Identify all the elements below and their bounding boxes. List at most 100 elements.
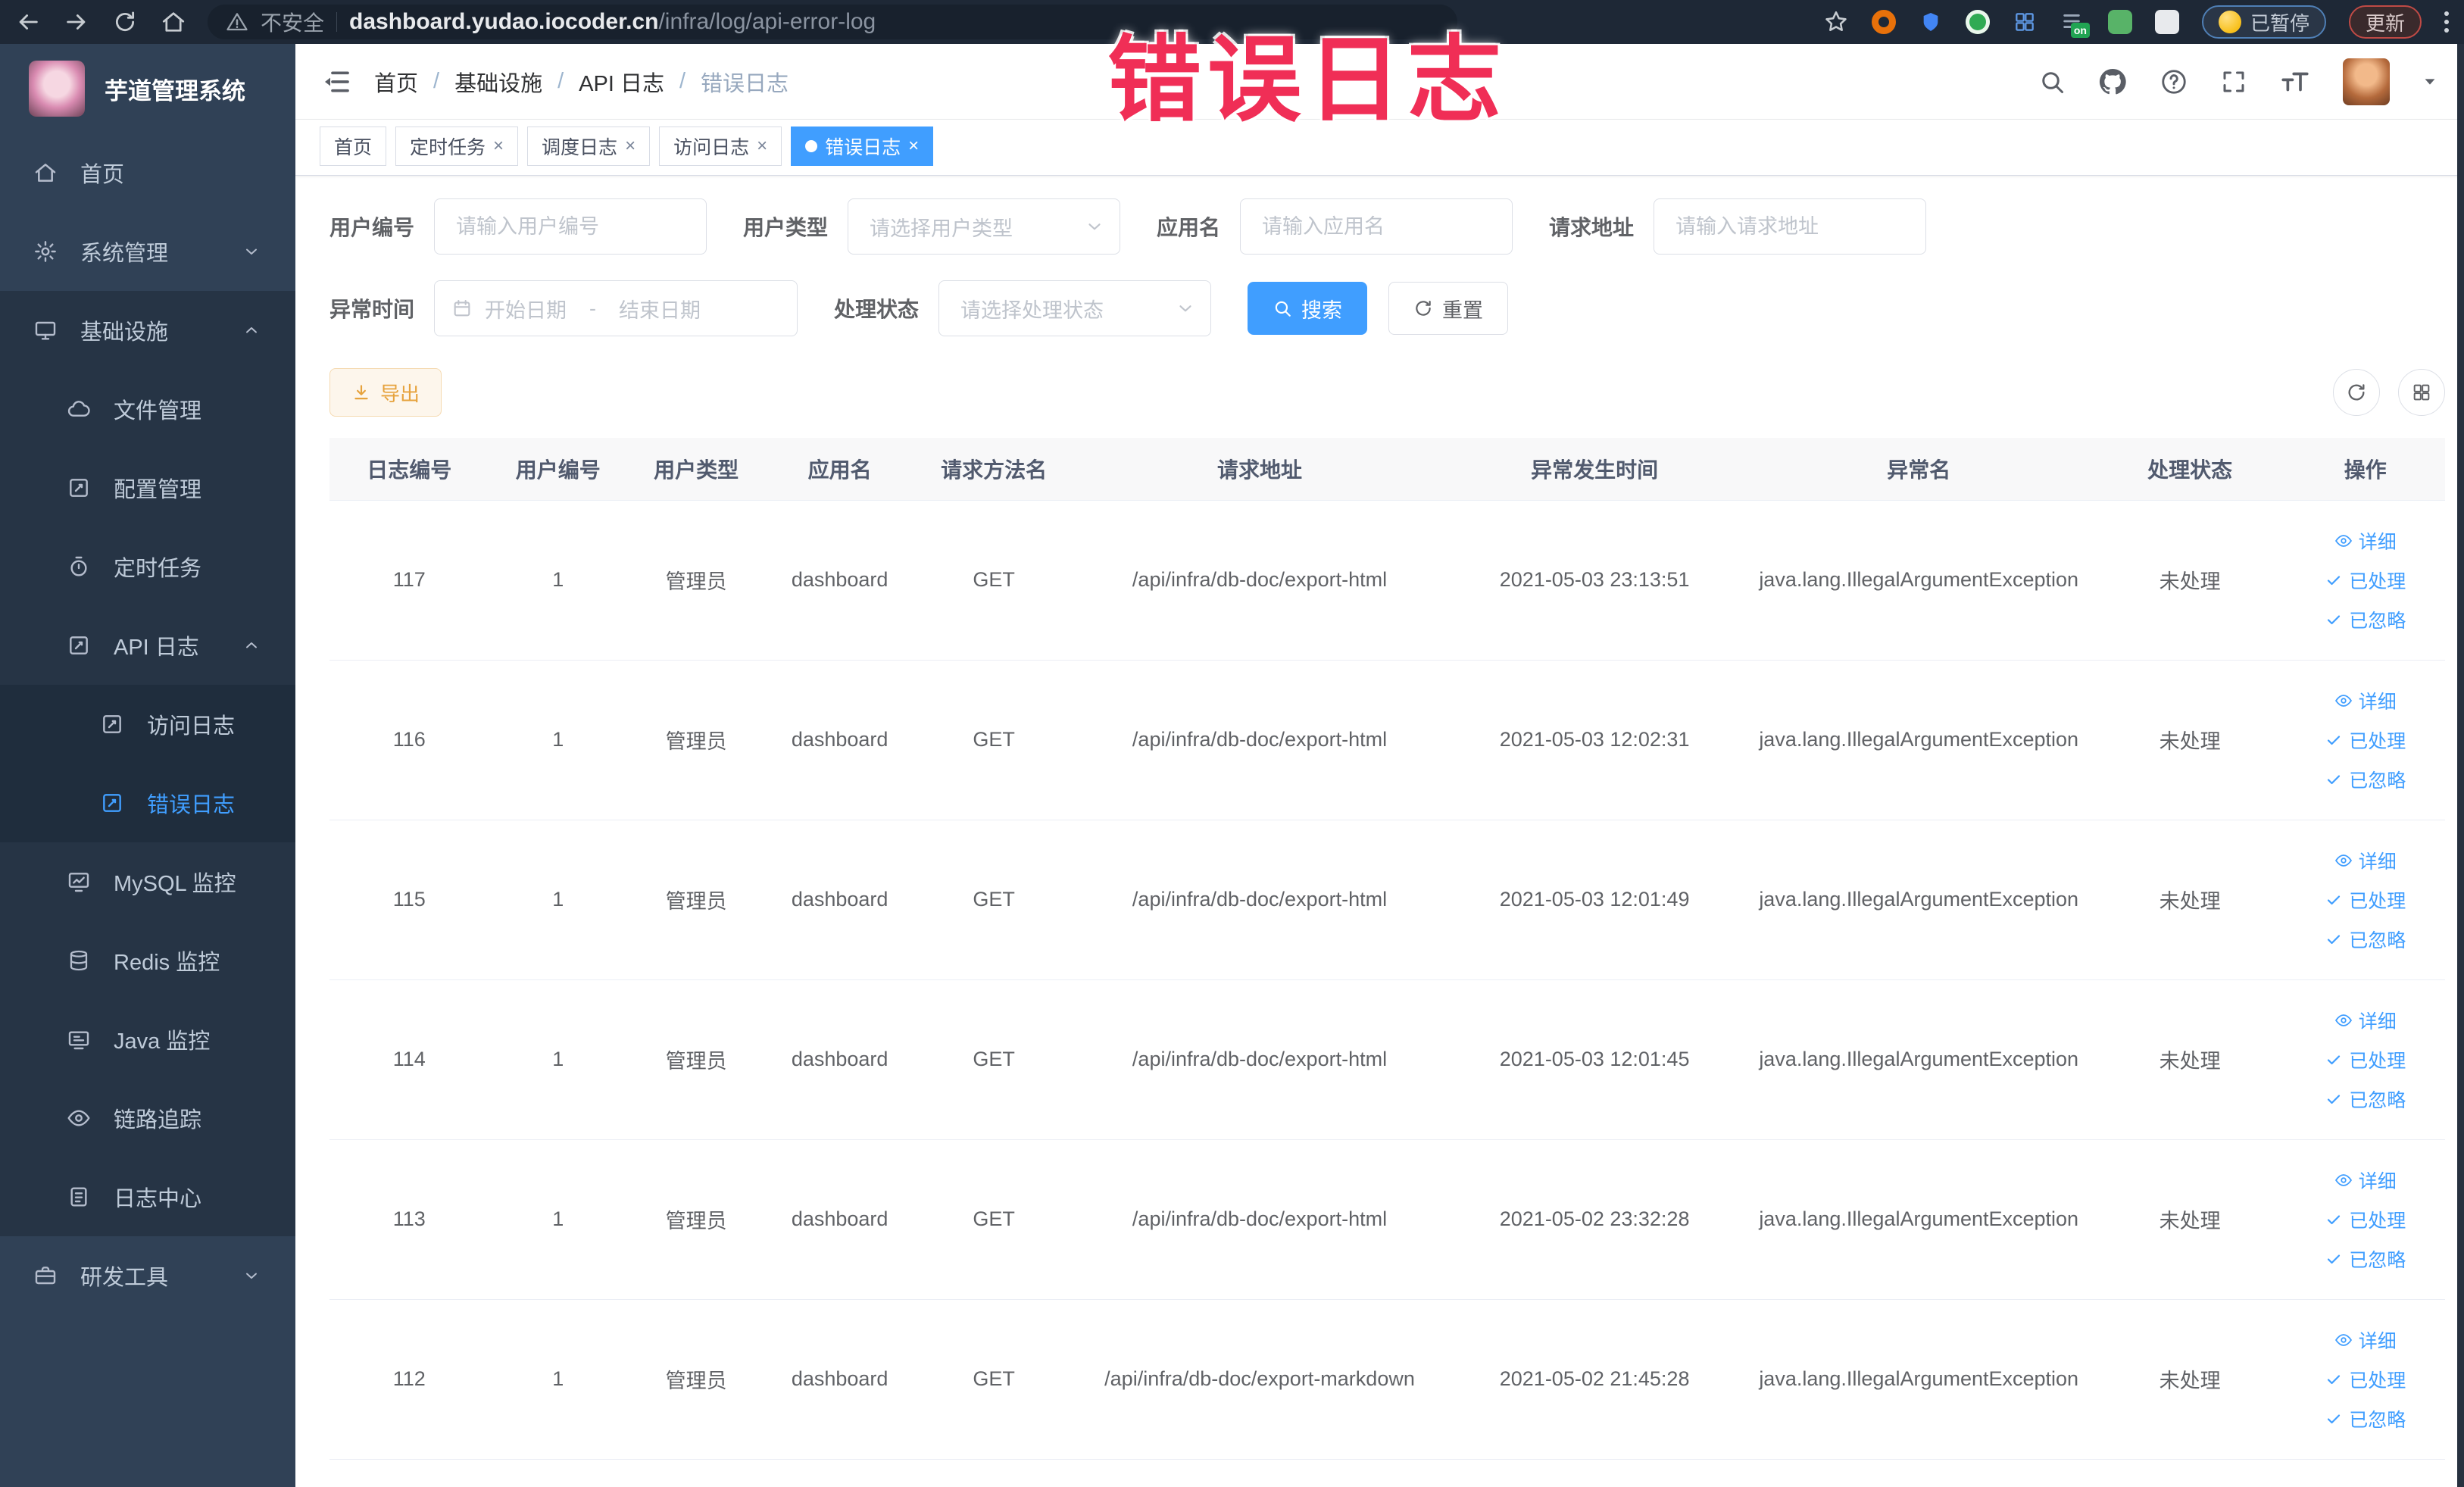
export-button[interactable]: 导出 [329,368,442,417]
grid-extension-icon[interactable] [2013,10,2037,34]
detail-link[interactable]: 详细 [2334,687,2397,714]
sidebar-item-scheduled-jobs[interactable]: 定时任务 [0,527,295,606]
breadcrumb-api-log[interactable]: API 日志 [579,66,664,98]
check-icon [2325,1051,2343,1069]
request-url-input[interactable] [1654,198,1927,255]
column-settings-button[interactable] [2398,369,2445,416]
detail-link[interactable]: 详细 [2334,527,2397,555]
filter-row-1: 用户编号 用户类型 请选择用户类型 应用名 [329,198,2445,255]
main-area: 首页 / 基础设施 / API 日志 / 错误日志 首页 定时任务 × 调度日志… [295,44,2464,1487]
update-button[interactable]: 更新 [2348,5,2422,39]
sidebar-item-dev-tools[interactable]: 研发工具 [0,1236,295,1315]
user-avatar[interactable] [2343,58,2390,105]
refresh-table-button[interactable] [2333,369,2380,416]
mark-processed-link[interactable]: 已处理 [2325,726,2406,754]
extensions-puzzle-icon[interactable] [2154,10,2179,34]
eye-icon [2334,1011,2353,1029]
extension-icon[interactable] [1965,10,1990,34]
detail-link[interactable]: 详细 [2334,1007,2397,1034]
shield-extension-icon[interactable] [1919,10,1943,34]
cell-user-type: 管理员 [626,660,766,820]
download-icon [351,383,371,402]
col-actions: 操作 [2285,438,2445,501]
breadcrumb-infrastructure[interactable]: 基础设施 [454,66,542,98]
reset-button[interactable]: 重置 [1388,282,1509,335]
app-name-input[interactable] [1240,198,1513,255]
user-type-select[interactable]: 请选择用户类型 [848,198,1121,255]
sidebar-item-mysql-monitor[interactable]: MySQL 监控 [0,842,295,921]
cell-actions: 详细 已处理 已忽略 [2285,1139,2445,1300]
cell-user-id: 1 [489,660,627,820]
github-icon[interactable] [2097,67,2128,97]
paused-badge[interactable]: 已暂停 [2201,5,2326,39]
forward-icon[interactable] [64,9,89,35]
fullscreen-icon[interactable] [2220,68,2247,95]
mark-processed-link[interactable]: 已处理 [2325,567,2406,594]
detail-link[interactable]: 详细 [2334,1326,2397,1354]
mark-processed-link[interactable]: 已处理 [2325,1046,2406,1073]
extension-icon[interactable] [1871,10,1896,34]
detail-link[interactable]: 详细 [2334,1167,2397,1194]
security-label: 不安全 [261,11,325,35]
mark-ignored-link[interactable]: 已忽略 [2325,1405,2406,1432]
close-icon[interactable]: × [908,136,919,157]
sidebar-item-java-monitor[interactable]: Java 监控 [0,1000,295,1079]
user-id-label: 用户编号 [329,216,415,239]
sidebar-item-log-center[interactable]: 日志中心 [0,1157,295,1236]
help-icon[interactable] [2160,67,2188,96]
tab-home[interactable]: 首页 [320,127,387,166]
close-icon[interactable]: × [625,136,636,157]
breadcrumb-home[interactable]: 首页 [374,66,418,98]
mark-processed-link[interactable]: 已处理 [2325,1206,2406,1233]
col-exception-name: 异常名 [1743,438,2094,501]
sidebar-item-infrastructure[interactable]: 基础设施 [0,291,295,370]
exception-time-range-picker[interactable]: 开始日期 - 结束日期 [434,280,798,336]
browser-home-icon[interactable] [161,9,186,35]
error-log-annotation: 错误日志 [1107,28,1508,133]
sidebar-item-system-management[interactable]: 系统管理 [0,212,295,291]
sidebar-item-file-management[interactable]: 文件管理 [0,370,295,448]
extension-icon[interactable]: on [2060,9,2090,38]
sidebar-item-tracing[interactable]: 链路追踪 [0,1079,295,1157]
extension-icon[interactable] [2107,10,2132,34]
mark-processed-link[interactable]: 已处理 [2325,886,2406,914]
process-status-select[interactable]: 请选择处理状态 [938,280,1212,336]
sidebar-toggle-icon[interactable] [321,67,351,97]
mark-ignored-link[interactable]: 已忽略 [2325,926,2406,953]
sidebar-item-error-log[interactable]: 错误日志 [0,764,295,842]
cell-request-method: GET [913,500,1074,661]
browser-menu-icon[interactable] [2444,11,2449,33]
sidebar-item-access-log[interactable]: 访问日志 [0,685,295,764]
mark-ignored-link[interactable]: 已忽略 [2325,1245,2406,1273]
font-size-icon[interactable] [2279,66,2311,98]
mark-ignored-link[interactable]: 已忽略 [2325,606,2406,633]
back-icon[interactable] [15,9,41,35]
user-id-input[interactable] [434,198,707,255]
sidebar-item-api-log[interactable]: API 日志 [0,606,295,685]
error-log-table: 日志编号 用户编号 用户类型 应用名 请求方法名 请求地址 异常发生时间 异常名… [329,438,2445,1460]
tab-access-log[interactable]: 访问日志 × [659,127,782,166]
sidebar-item-config-management[interactable]: 配置管理 [0,448,295,527]
tab-scheduled-jobs[interactable]: 定时任务 × [395,127,519,166]
sidebar-item-home[interactable]: 首页 [0,133,295,212]
cell-user-id: 1 [489,979,627,1140]
search-button[interactable]: 搜索 [1248,282,1368,335]
tab-error-log[interactable]: 错误日志 × [791,127,934,166]
sidebar-item-redis-monitor[interactable]: Redis 监控 [0,921,295,1000]
tab-schedule-log[interactable]: 调度日志 × [527,127,651,166]
mark-processed-link[interactable]: 已处理 [2325,1366,2406,1393]
close-icon[interactable]: × [493,136,504,157]
detail-link[interactable]: 详细 [2334,847,2397,874]
search-icon[interactable] [2038,68,2066,95]
bookmark-star-icon[interactable] [1823,9,1849,35]
app-logo-row[interactable]: 芋道管理系统 [0,44,295,133]
cell-process-status: 未处理 [2094,979,2286,1140]
mark-ignored-link[interactable]: 已忽略 [2325,766,2406,793]
cell-process-status: 未处理 [2094,1139,2286,1300]
page-scrollbar[interactable] [2457,44,2464,1487]
caret-down-icon[interactable] [2422,73,2438,90]
cell-user-type: 管理员 [626,1139,766,1300]
mark-ignored-link[interactable]: 已忽略 [2325,1086,2406,1113]
reload-icon[interactable] [112,9,138,35]
close-icon[interactable]: × [757,136,767,157]
